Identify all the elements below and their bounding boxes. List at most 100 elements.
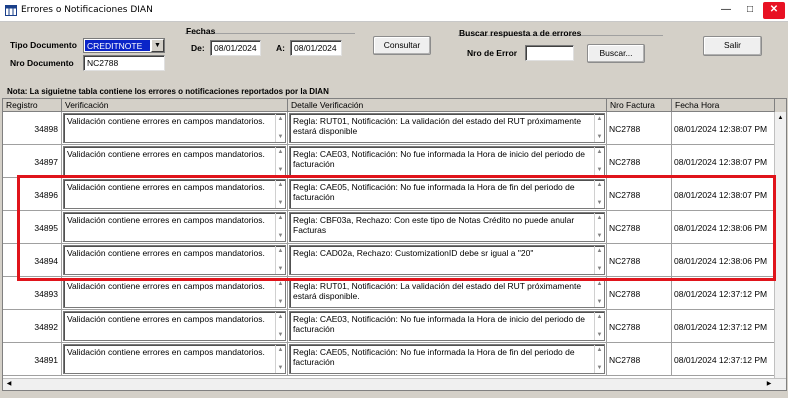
verificacion-memo[interactable]: Validación contiene errores en campos ma… bbox=[63, 146, 286, 176]
verificacion-memo[interactable]: Validación contiene errores en campos ma… bbox=[63, 179, 286, 209]
memo-scrollbar[interactable]: ▲ ▼ bbox=[275, 180, 285, 208]
scroll-down-icon[interactable]: ▼ bbox=[276, 364, 285, 372]
scroll-up-icon[interactable]: ▲ bbox=[595, 346, 604, 354]
detalle-memo[interactable]: Regla: RUT01, Notificación: La validació… bbox=[289, 278, 605, 308]
cell-detalle[interactable]: Regla: CAE05, Notificación: No fue infor… bbox=[288, 343, 607, 375]
detalle-memo[interactable]: Regla: RUT01, Notificación: La validació… bbox=[289, 113, 605, 143]
verificacion-memo[interactable]: Validación contiene errores en campos ma… bbox=[63, 344, 286, 374]
memo-scrollbar[interactable]: ▲ ▼ bbox=[594, 312, 604, 340]
detalle-memo[interactable]: Regla: CAD02a, Rechazo: CustomizationID … bbox=[289, 245, 605, 275]
table-row[interactable]: 34895 Validación contiene errores en camp… bbox=[3, 211, 775, 244]
nro-documento-input[interactable]: NC2788 bbox=[83, 55, 165, 71]
scroll-down-icon[interactable]: ▼ bbox=[595, 265, 604, 273]
scroll-up-icon[interactable]: ▲ bbox=[276, 214, 285, 222]
scroll-down-icon[interactable]: ▼ bbox=[595, 232, 604, 240]
scroll-down-icon[interactable]: ▼ bbox=[595, 331, 604, 339]
close-icon[interactable]: ✕ bbox=[763, 2, 785, 19]
memo-scrollbar[interactable]: ▲ ▼ bbox=[594, 246, 604, 274]
scroll-down-icon[interactable]: ▼ bbox=[276, 199, 285, 207]
verificacion-memo[interactable]: Validación contiene errores en campos ma… bbox=[63, 212, 286, 242]
memo-scrollbar[interactable]: ▲ ▼ bbox=[275, 114, 285, 142]
buscar-button[interactable]: Buscar... bbox=[587, 44, 645, 63]
cell-verificacion[interactable]: Validación contiene errores en campos ma… bbox=[62, 145, 288, 177]
scroll-down-icon[interactable]: ▼ bbox=[595, 199, 604, 207]
table-row[interactable]: 34892 Validación contiene errores en camp… bbox=[3, 310, 775, 343]
col-nro-factura[interactable]: Nro Factura bbox=[607, 99, 672, 112]
scroll-up-icon[interactable]: ▲ bbox=[595, 115, 604, 123]
table-row[interactable]: 34896 Validación contiene errores en camp… bbox=[3, 178, 775, 211]
cell-verificacion[interactable]: Validación contiene errores en campos ma… bbox=[62, 112, 288, 144]
memo-scrollbar[interactable]: ▲ ▼ bbox=[594, 345, 604, 373]
memo-scrollbar[interactable]: ▲ ▼ bbox=[594, 180, 604, 208]
cell-verificacion[interactable]: Validación contiene errores en campos ma… bbox=[62, 343, 288, 375]
memo-scrollbar[interactable]: ▲ ▼ bbox=[275, 345, 285, 373]
detalle-memo[interactable]: Regla: CAE05, Notificación: No fue infor… bbox=[289, 179, 605, 209]
memo-scrollbar[interactable]: ▲ ▼ bbox=[594, 279, 604, 307]
scroll-down-icon[interactable]: ▼ bbox=[595, 133, 604, 141]
scroll-down-icon[interactable]: ▼ bbox=[276, 133, 285, 141]
scroll-up-icon[interactable]: ▲ bbox=[276, 148, 285, 156]
scroll-up-icon[interactable]: ▲ bbox=[595, 181, 604, 189]
scroll-up-icon[interactable]: ▲ bbox=[595, 313, 604, 321]
cell-verificacion[interactable]: Validación contiene errores en campos ma… bbox=[62, 178, 288, 210]
scroll-down-icon[interactable]: ▼ bbox=[276, 331, 285, 339]
verificacion-memo[interactable]: Validación contiene errores en campos ma… bbox=[63, 278, 286, 308]
detalle-memo[interactable]: Regla: CAE05, Notificación: No fue infor… bbox=[289, 344, 605, 374]
scroll-up-icon[interactable]: ▲ bbox=[276, 346, 285, 354]
table-row[interactable]: 34894 Validación contiene errores en camp… bbox=[3, 244, 775, 277]
scroll-down-icon[interactable]: ▼ bbox=[276, 298, 285, 306]
memo-scrollbar[interactable]: ▲ ▼ bbox=[275, 279, 285, 307]
col-registro[interactable]: Registro bbox=[3, 99, 62, 112]
memo-scrollbar[interactable]: ▲ ▼ bbox=[594, 213, 604, 241]
scroll-down-icon[interactable]: ▼ bbox=[595, 298, 604, 306]
scroll-up-icon[interactable]: ▲ bbox=[775, 112, 786, 124]
maximize-icon[interactable]: □ bbox=[740, 2, 760, 19]
scroll-down-icon[interactable]: ▼ bbox=[276, 166, 285, 174]
minimize-icon[interactable]: — bbox=[716, 2, 736, 19]
col-fecha-hora[interactable]: Fecha Hora bbox=[672, 99, 775, 112]
cell-detalle[interactable]: Regla: CAD02a, Rechazo: CustomizationID … bbox=[288, 244, 607, 276]
nro-error-input[interactable] bbox=[525, 45, 574, 61]
scroll-up-icon[interactable]: ▲ bbox=[276, 247, 285, 255]
verificacion-memo[interactable]: Validación contiene errores en campos ma… bbox=[63, 113, 286, 143]
memo-scrollbar[interactable]: ▲ ▼ bbox=[594, 114, 604, 142]
cell-detalle[interactable]: Regla: RUT01, Notificación: La validació… bbox=[288, 112, 607, 144]
table-row[interactable]: 34897 Validación contiene errores en camp… bbox=[3, 145, 775, 178]
memo-scrollbar[interactable]: ▲ ▼ bbox=[275, 213, 285, 241]
scroll-down-icon[interactable]: ▼ bbox=[595, 166, 604, 174]
cell-detalle[interactable]: Regla: CBF03a, Rechazo: Con este tipo de… bbox=[288, 211, 607, 243]
horizontal-scrollbar[interactable]: ◀ ▶ bbox=[3, 378, 786, 390]
col-detalle[interactable]: Detalle Verificación bbox=[288, 99, 607, 112]
cell-verificacion[interactable]: Validación contiene errores en campos ma… bbox=[62, 277, 288, 309]
scroll-up-icon[interactable]: ▲ bbox=[595, 247, 604, 255]
cell-detalle[interactable]: Regla: RUT01, Notificación: La validació… bbox=[288, 277, 607, 309]
scroll-up-icon[interactable]: ▲ bbox=[595, 280, 604, 288]
memo-scrollbar[interactable]: ▲ ▼ bbox=[275, 246, 285, 274]
detalle-memo[interactable]: Regla: CBF03a, Rechazo: Con este tipo de… bbox=[289, 212, 605, 242]
scroll-up-icon[interactable]: ▲ bbox=[595, 148, 604, 156]
scroll-up-icon[interactable]: ▲ bbox=[276, 313, 285, 321]
scroll-down-icon[interactable]: ▼ bbox=[595, 364, 604, 372]
scroll-down-icon[interactable]: ▼ bbox=[276, 232, 285, 240]
verificacion-memo[interactable]: Validación contiene errores en campos ma… bbox=[63, 245, 286, 275]
memo-scrollbar[interactable]: ▲ ▼ bbox=[275, 147, 285, 175]
cell-verificacion[interactable]: Validación contiene errores en campos ma… bbox=[62, 244, 288, 276]
cell-verificacion[interactable]: Validación contiene errores en campos ma… bbox=[62, 310, 288, 342]
scroll-up-icon[interactable]: ▲ bbox=[276, 181, 285, 189]
detalle-memo[interactable]: Regla: CAE03, Notificación: No fue infor… bbox=[289, 311, 605, 341]
cell-detalle[interactable]: Regla: CAE03, Notificación: No fue infor… bbox=[288, 145, 607, 177]
cell-detalle[interactable]: Regla: CAE05, Notificación: No fue infor… bbox=[288, 178, 607, 210]
scroll-up-icon[interactable]: ▲ bbox=[276, 115, 285, 123]
chevron-down-icon[interactable]: ▼ bbox=[151, 39, 164, 52]
memo-scrollbar[interactable]: ▲ ▼ bbox=[275, 312, 285, 340]
fecha-de-input[interactable]: 08/01/2024 bbox=[210, 40, 261, 56]
scroll-up-icon[interactable]: ▲ bbox=[595, 214, 604, 222]
table-row[interactable]: 34898 Validación contiene errores en camp… bbox=[3, 112, 775, 145]
detalle-memo[interactable]: Regla: CAE03, Notificación: No fue infor… bbox=[289, 146, 605, 176]
memo-scrollbar[interactable]: ▲ ▼ bbox=[594, 147, 604, 175]
fecha-a-input[interactable]: 08/01/2024 bbox=[290, 40, 342, 56]
salir-button[interactable]: Salir bbox=[703, 36, 762, 56]
scroll-down-icon[interactable]: ▼ bbox=[276, 265, 285, 273]
table-row[interactable]: 34893 Validación contiene errores en camp… bbox=[3, 277, 775, 310]
scroll-right-icon[interactable]: ▶ bbox=[763, 379, 775, 390]
